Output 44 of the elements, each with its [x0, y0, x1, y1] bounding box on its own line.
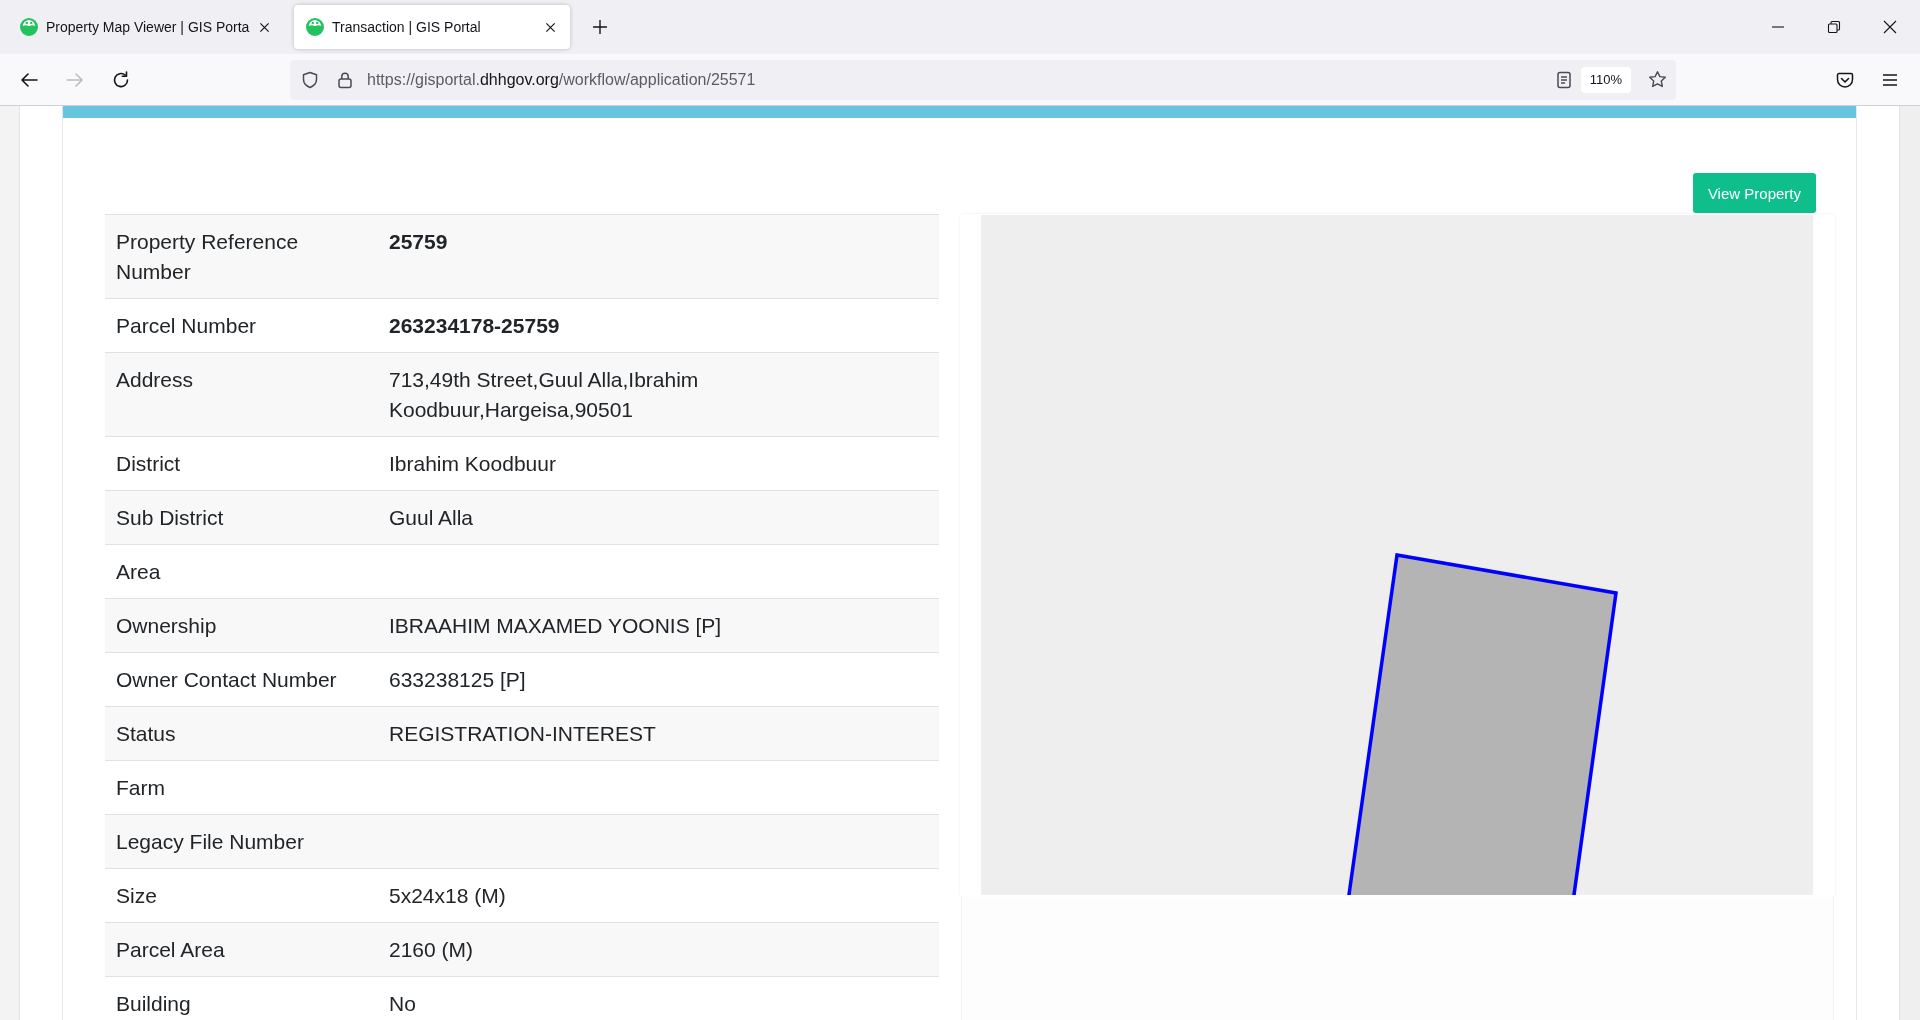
chevron-shield-icon[interactable] — [1836, 70, 1854, 89]
close-icon[interactable] — [1883, 20, 1897, 34]
lock-icon[interactable] — [336, 70, 354, 89]
site-logo-icon — [306, 18, 324, 36]
address-bar[interactable]: https://gisportal.dhhgov.org/workflow/application/25571 110% — [290, 59, 1676, 100]
url-text[interactable]: https://gisportal.dhhgov.org/workflow/application/25571 — [367, 70, 1555, 89]
property-label: Parcel Number — [115, 313, 258, 339]
site-logo-icon — [20, 18, 38, 36]
property-value: No — [389, 991, 417, 1017]
property-label: Building — [115, 991, 192, 1017]
property-label: Status — [115, 721, 177, 747]
plus-icon[interactable] — [592, 19, 608, 35]
property-label: Area — [115, 559, 162, 585]
property-value: 633238125 [P] — [389, 667, 527, 693]
close-icon[interactable] — [545, 21, 556, 33]
back-arrow-icon[interactable] — [20, 70, 38, 89]
property-value: REGISTRATION-INTEREST — [389, 721, 657, 747]
property-label: District — [115, 451, 182, 477]
property-value: Ibrahim Koodbuur — [389, 451, 557, 477]
property-value: Guul Alla — [389, 505, 475, 531]
property-label: Size — [115, 883, 158, 909]
shield-icon[interactable] — [301, 70, 319, 89]
property-value: 5x24x18 (M) — [389, 883, 507, 909]
property-value: 263234178-25759 — [389, 313, 561, 339]
star-icon[interactable] — [1648, 70, 1667, 89]
property-label: Sub District — [115, 505, 225, 531]
property-label: Legacy File Number — [115, 829, 305, 855]
property-label: Owner Contact Number — [115, 667, 338, 693]
property-label: Address — [115, 367, 195, 393]
zoom-level-button[interactable]: 110% — [1580, 66, 1631, 93]
property-value: 2160 (M) — [389, 937, 475, 963]
reload-icon[interactable] — [112, 70, 130, 89]
browser-tab[interactable]: Transaction | GIS Portal — [294, 5, 570, 49]
property-label: Property Reference Number — [115, 229, 300, 285]
property-label: Parcel Area — [115, 937, 226, 963]
property-value: 25759 — [389, 229, 449, 255]
document-icon[interactable] — [1554, 70, 1573, 89]
close-icon[interactable] — [259, 21, 270, 33]
browser-tab[interactable]: Property Map Viewer | GIS Porta — [8, 5, 284, 49]
property-label: Farm — [115, 775, 166, 801]
property-label: Ownership — [115, 613, 218, 639]
property-value: 713,49th Street,Guul Alla,Ibrahim Koodbuur,Hargeisa,90501 — [389, 367, 700, 423]
restore-icon[interactable] — [1827, 20, 1841, 34]
property-value: IBRAAHIM MAXAMED YOONIS [P] — [389, 613, 723, 639]
